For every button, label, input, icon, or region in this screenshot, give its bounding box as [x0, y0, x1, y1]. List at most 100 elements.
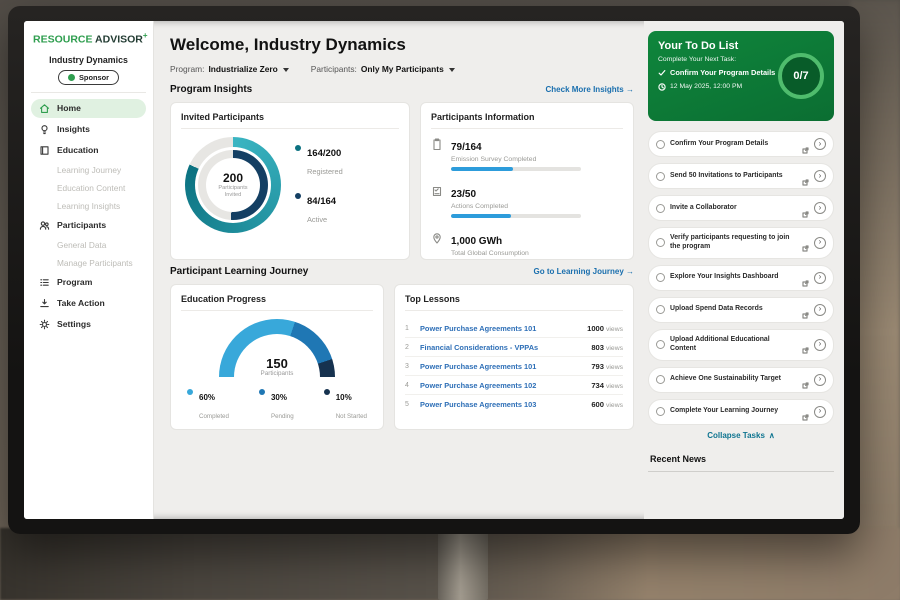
- lesson-views: 803views: [591, 343, 623, 352]
- chevron-right-icon[interactable]: ›: [814, 202, 826, 214]
- progress-bar-fill: [451, 167, 513, 171]
- sidebar-item-manage-participants[interactable]: Manage Participants: [31, 255, 146, 271]
- lesson-row: 4 Power Purchase Agreements 102 734views: [405, 376, 623, 395]
- top-lessons-card: Top Lessons 1 Power Purchase Agreements …: [394, 284, 634, 430]
- task-send-invitations[interactable]: Send 50 Invitations to Participants ›: [648, 163, 834, 189]
- brand-resource: RESOURCE: [33, 34, 93, 46]
- sidebar-item-learning-journey[interactable]: Learning Journey: [31, 162, 146, 178]
- lesson-link[interactable]: Power Purchase Agreements 101: [420, 362, 585, 371]
- sidebar-item-participants[interactable]: Participants: [31, 216, 146, 235]
- chevron-right-icon[interactable]: ›: [814, 237, 826, 249]
- monitor-bezel: RESOURCE ADVISOR+ Industry Dynamics Spon…: [8, 6, 860, 534]
- sidebar-divider: [31, 92, 146, 93]
- checkbox-icon[interactable]: [656, 273, 665, 282]
- task-upload-educational-content[interactable]: Upload Additional Educational Content ›: [648, 329, 834, 361]
- home-icon: [39, 103, 50, 114]
- task-explore-insights[interactable]: Explore Your Insights Dashboard ›: [648, 265, 834, 291]
- chevron-right-icon[interactable]: ›: [814, 374, 826, 386]
- chevron-right-icon[interactable]: ›: [814, 138, 826, 150]
- sidebar-item-label: Manage Participants: [57, 258, 133, 268]
- app-logo: RESOURCE ADVISOR+: [31, 31, 146, 54]
- program-filter-label: Program:: [170, 64, 204, 74]
- legend-pending: 30%Pending: [259, 387, 294, 423]
- lesson-rank: 2: [405, 344, 414, 351]
- chevron-right-icon[interactable]: ›: [814, 304, 826, 316]
- task-complete-learning-journey[interactable]: Complete Your Learning Journey ›: [648, 399, 834, 425]
- lesson-link[interactable]: Power Purchase Agreements 103: [420, 400, 585, 409]
- actions-completed-stat: 23/50 Actions Completed: [431, 184, 623, 218]
- sidebar-item-insights[interactable]: Insights: [31, 120, 146, 139]
- sidebar-item-learning-insights[interactable]: Learning Insights: [31, 198, 146, 214]
- checkbox-icon[interactable]: [656, 140, 665, 149]
- collapse-tasks-link[interactable]: Collapse Tasks ∧: [648, 431, 834, 440]
- sponsor-badge[interactable]: Sponsor: [58, 70, 119, 85]
- lesson-link[interactable]: Financial Considerations - VPPAs: [420, 343, 585, 352]
- lesson-link[interactable]: Power Purchase Agreements 102: [420, 381, 585, 390]
- task-achieve-sustainability-target[interactable]: Achieve One Sustainability Target ›: [648, 367, 834, 393]
- card-title: Top Lessons: [405, 294, 623, 311]
- sidebar-item-settings[interactable]: Settings: [31, 315, 146, 334]
- lesson-link[interactable]: Power Purchase Agreements 101: [420, 324, 581, 333]
- task-confirm-program-details[interactable]: Confirm Your Program Details ›: [648, 131, 834, 157]
- people-icon: [39, 220, 50, 231]
- section-title: Program Insights: [170, 84, 252, 95]
- open-icon: [802, 173, 809, 180]
- program-insights-header: Program Insights Check More Insights →: [170, 84, 634, 95]
- sidebar-item-label: Education Content: [57, 183, 125, 193]
- checkbox-icon[interactable]: [656, 375, 665, 384]
- chevron-right-icon[interactable]: ›: [814, 272, 826, 284]
- go-to-learning-journey-link[interactable]: Go to Learning Journey →: [534, 267, 634, 276]
- sidebar-item-home[interactable]: Home: [31, 99, 146, 118]
- checkbox-icon[interactable]: [656, 305, 665, 314]
- sidebar-item-label: Insights: [57, 124, 90, 134]
- sidebar-item-label: Learning Journey: [57, 165, 121, 175]
- legend-dot: [295, 145, 301, 151]
- check-more-insights-link[interactable]: Check More Insights →: [546, 85, 634, 94]
- checkbox-icon[interactable]: [656, 340, 665, 349]
- check-icon: [658, 69, 666, 77]
- legend-dot: [324, 389, 330, 395]
- gauge-center-value: 150: [219, 357, 335, 370]
- task-verify-participants[interactable]: Verify participants requesting to join t…: [648, 227, 834, 259]
- lesson-views: 1000views: [587, 324, 623, 333]
- program-filter[interactable]: Program:Industrialize Zero: [170, 64, 289, 74]
- lesson-views: 734views: [591, 381, 623, 390]
- lesson-row: 3 Power Purchase Agreements 101 793views: [405, 357, 623, 376]
- book-icon: [39, 145, 50, 156]
- chevron-right-icon[interactable]: ›: [814, 339, 826, 351]
- app-window: RESOURCE ADVISOR+ Industry Dynamics Spon…: [24, 21, 844, 519]
- education-progress-gauge-chart: 150 Participants: [219, 319, 335, 377]
- education-progress-card: Education Progress 150 Participants 60%C…: [170, 284, 384, 430]
- lesson-rank: 3: [405, 363, 414, 370]
- monitor-stand: [438, 532, 488, 600]
- sidebar-item-program[interactable]: Program: [31, 273, 146, 292]
- checkbox-icon[interactable]: [656, 238, 665, 247]
- sidebar-item-general-data[interactable]: General Data: [31, 237, 146, 253]
- todo-panel: Your To Do List Complete Your Next Task:…: [644, 21, 844, 519]
- legend-dot: [295, 193, 301, 199]
- sidebar-item-label: Home: [57, 103, 81, 113]
- sidebar-item-take-action[interactable]: Take Action: [31, 294, 146, 313]
- section-title: Participant Learning Journey: [170, 266, 308, 277]
- todo-next-task[interactable]: Confirm Your Program Details: [658, 69, 776, 78]
- task-upload-spend-data[interactable]: Upload Spend Data Records ›: [648, 297, 834, 323]
- checkbox-icon[interactable]: [656, 204, 665, 213]
- chevron-right-icon[interactable]: ›: [814, 170, 826, 182]
- sidebar-item-education-content[interactable]: Education Content: [31, 180, 146, 196]
- sidebar-item-label: Take Action: [57, 298, 105, 308]
- progress-bar: [451, 167, 581, 171]
- sidebar-item-education[interactable]: Education: [31, 141, 146, 160]
- todo-title: Your To Do List: [658, 40, 824, 52]
- gauge-center-label: Participants: [219, 370, 335, 377]
- legend-dot: [187, 389, 193, 395]
- checkbox-icon[interactable]: [656, 407, 665, 416]
- emission-survey-stat: 79/164 Emission Survey Completed: [431, 137, 623, 171]
- checkbox-icon[interactable]: [656, 172, 665, 181]
- participants-filter[interactable]: Participants:Only My Participants: [311, 64, 455, 74]
- download-icon: [39, 298, 50, 309]
- chevron-right-icon[interactable]: ›: [814, 406, 826, 418]
- sidebar-item-label: Participants: [57, 220, 106, 230]
- task-list: Confirm Your Program Details › Send 50 I…: [648, 131, 834, 425]
- invited-participants-donut-chart: 200 Participants Invited: [185, 137, 281, 233]
- task-invite-collaborator[interactable]: Invite a Collaborator ›: [648, 195, 834, 221]
